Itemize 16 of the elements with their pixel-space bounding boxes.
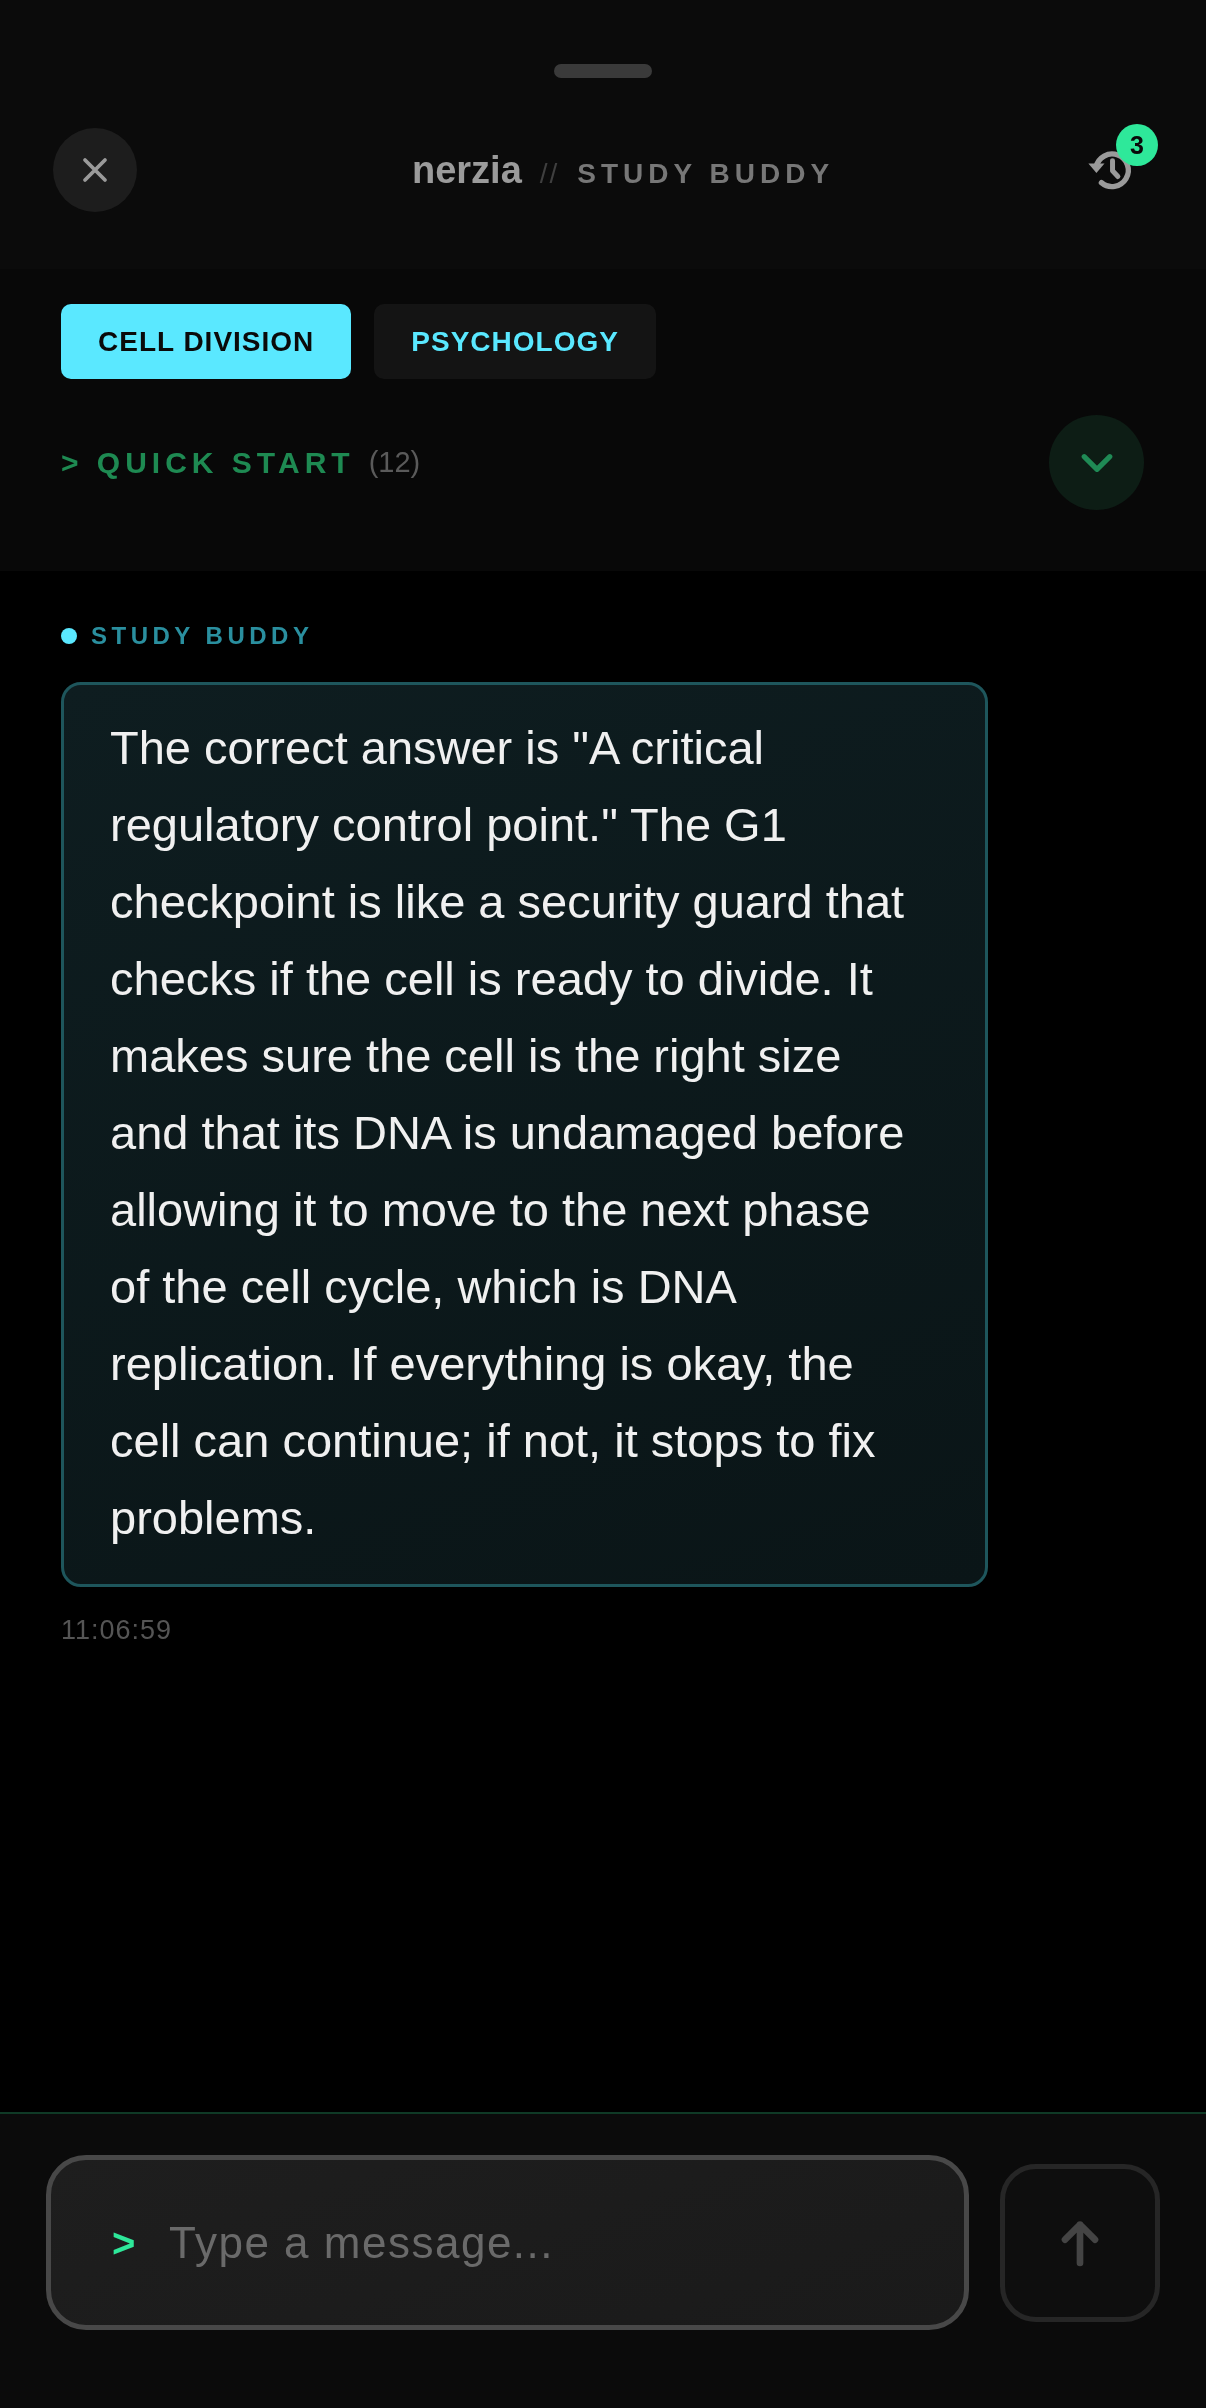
sender-label: STUDY BUDDY — [91, 622, 314, 650]
status-dot-icon — [61, 628, 77, 644]
quick-start-label[interactable]: > QUICK START — [61, 445, 355, 480]
message-text: The correct answer is "A critical regulatory control point." The G1 checkpoint is like a security guard that checks if the cell is ready to divide. It makes sure the cell is the right size and that its DNA is undamaged before allowing it to move to the next phase of the cell cycle, which is DNA replication. If everything is okay, the cell can continue; if not, it stops to fix problems. — [110, 720, 906, 1546]
arrow-up-icon — [1060, 2218, 1100, 2267]
topic-tab[interactable]: PSYCHOLOGY — [374, 304, 656, 379]
close-icon — [80, 155, 110, 185]
brand-name: nerzia — [411, 148, 522, 192]
drag-handle[interactable] — [554, 64, 652, 78]
screen-title: STUDY BUDDY — [577, 157, 835, 190]
topic-tab[interactable]: CELL DIVISION — [61, 304, 352, 379]
prompt-symbol: > — [112, 2222, 136, 2263]
notification-badge: 3 — [1116, 124, 1158, 166]
title-separator: // — [539, 157, 560, 190]
message-timestamp: 11:06:59 — [61, 1615, 173, 1646]
quick-start-count: (12) — [368, 446, 421, 479]
